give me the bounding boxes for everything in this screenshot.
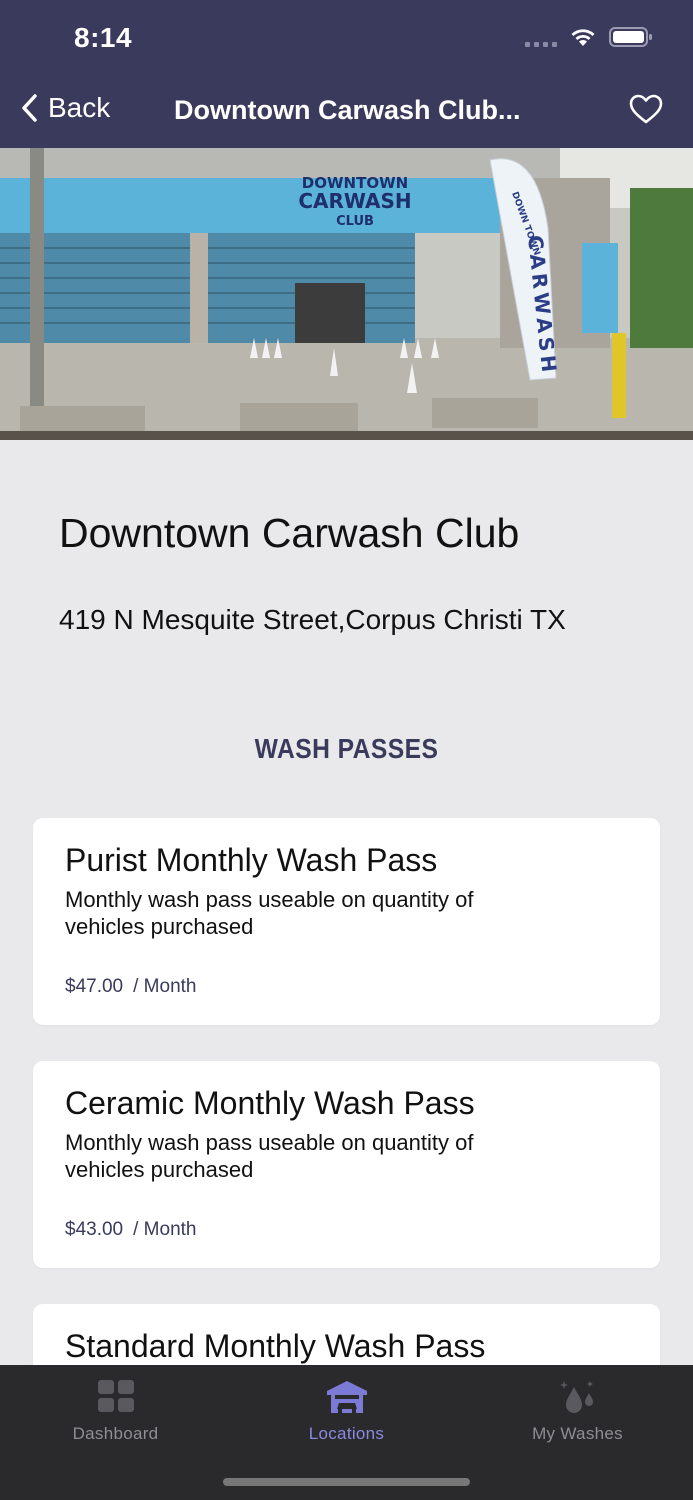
favorite-button[interactable] (629, 94, 663, 129)
tab-label: Dashboard (72, 1424, 159, 1443)
pass-name: Purist Monthly Wash Pass (65, 842, 438, 878)
location-address: 419 N Mesquite Street,Corpus Christi TX (59, 604, 566, 635)
sign-line-3: CLUB (336, 214, 374, 229)
wash-pass-card[interactable]: Purist Monthly Wash Pass Monthly wash pa… (33, 818, 660, 1025)
pass-description: Monthly wash pass useable on quantity of… (65, 887, 474, 939)
tab-label: Locations (308, 1424, 385, 1443)
back-label: Back (48, 92, 111, 123)
pass-name: Standard Monthly Wash Pass (65, 1328, 486, 1364)
pass-price: $47.00 (65, 976, 124, 997)
pass-price-row: $47.00 / Month (65, 976, 197, 998)
tab-label: My Washes (532, 1424, 623, 1443)
wash-pass-card[interactable]: Ceramic Monthly Wash Pass Monthly wash p… (33, 1061, 660, 1268)
tab-locations[interactable]: Locations (231, 1365, 462, 1465)
location-photo: DOWNTOWN CARWASH CLUB DOWN TOWN CARWASH (0, 148, 693, 440)
header-bar: 8:14 Back Downtown Carwash Club... (0, 0, 693, 148)
dashboard-grid-icon (97, 1380, 134, 1412)
pass-price: $43.00 (65, 1219, 124, 1240)
wifi-icon (571, 29, 595, 46)
pass-period: / Month (133, 1219, 197, 1240)
nav-title: Downtown Carwash Club... (174, 95, 521, 125)
location-name: Downtown Carwash Club (59, 510, 520, 556)
pass-period: / Month (133, 976, 197, 997)
battery-icon (609, 27, 652, 47)
wash-passes-heading: WASH PASSES (254, 733, 439, 764)
pass-description: Monthly wash pass useable on quantity of… (65, 1130, 474, 1182)
pass-name: Ceramic Monthly Wash Pass (65, 1085, 475, 1121)
water-drops-icon (559, 1381, 593, 1413)
cellular-signal-icon (525, 27, 557, 47)
sign-line-2: CARWASH (298, 189, 411, 213)
tab-dashboard[interactable]: Dashboard (0, 1365, 231, 1465)
heart-icon (629, 94, 663, 124)
home-indicator (223, 1478, 470, 1486)
pass-price-row: $43.00 / Month (65, 1219, 197, 1241)
carwash-building-illustration: DOWNTOWN CARWASH CLUB DOWN TOWN CARWASH (0, 148, 693, 440)
status-time: 8:14 (74, 22, 133, 53)
tab-my-washes[interactable]: My Washes (462, 1365, 693, 1465)
carwash-building-icon (326, 1381, 367, 1413)
status-icons (525, 26, 653, 48)
back-button[interactable]: Back (20, 92, 110, 124)
chevron-left-icon (22, 94, 37, 122)
